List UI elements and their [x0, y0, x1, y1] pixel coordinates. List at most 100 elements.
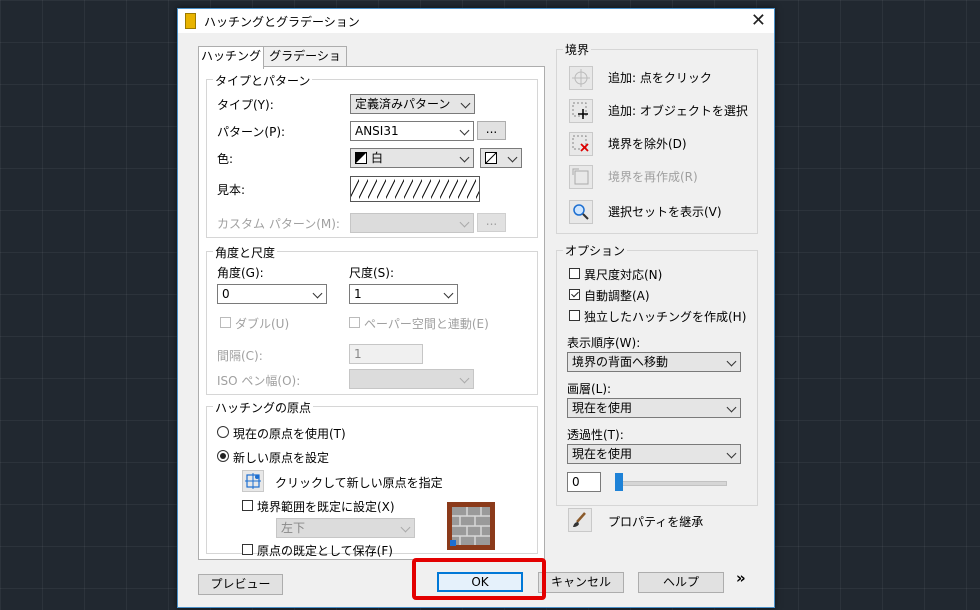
type-label: タイプ(Y): [217, 98, 274, 112]
add-select-objects-label[interactable]: 追加: オブジェクトを選択 [608, 102, 748, 119]
chevron-down-icon [459, 152, 470, 163]
default-boundary-label: 境界範囲を既定に設定(X) [257, 500, 395, 514]
chevron-down-icon [726, 356, 737, 367]
chevron-down-icon [507, 152, 518, 163]
separate-hatches-label: 独立したハッチングを作成(H) [584, 310, 747, 324]
recreate-boundary-button[interactable] [569, 165, 593, 189]
boundaries-title: 境界 [563, 41, 592, 58]
view-selections-button[interactable] [569, 200, 593, 224]
tab-hatch[interactable]: ハッチング [198, 46, 264, 69]
transparency-select[interactable]: 現在を使用 [567, 444, 741, 464]
options-group: オプション 異尺度対応(N) 自動調整(A) 独立したハッチングを作成(H) 表… [556, 242, 758, 506]
pattern-browse-button[interactable]: ... [477, 121, 506, 140]
recreate-boundary-icon [572, 168, 589, 185]
chevron-down-icon [726, 402, 737, 413]
background-color-select[interactable] [480, 148, 522, 168]
chevron-down-icon [460, 98, 471, 109]
pick-origin-button[interactable] [242, 470, 264, 492]
chevron-down-icon [459, 373, 470, 384]
hatch-tab-panel: タイプとパターン タイプ(Y): 定義済みパターン パターン(P): ANSI3… [198, 66, 545, 560]
color-label: 色: [217, 152, 234, 166]
store-default-origin-checkbox[interactable] [242, 544, 253, 555]
hatch-dialog: ハッチングとグラデーション ✕ ハッチング グラデーション タイプとパターン タ… [177, 8, 775, 608]
transparency-label: 透過性(T): [567, 428, 624, 442]
scale-select[interactable]: 1 [349, 284, 458, 304]
type-pattern-title: タイプとパターン [213, 72, 313, 89]
remove-boundaries-label[interactable]: 境界を除外(D) [608, 135, 687, 152]
associative-checkbox[interactable] [569, 289, 580, 300]
chevron-down-icon [400, 522, 411, 533]
custom-browse-button[interactable]: ... [477, 213, 506, 232]
chevron-down-icon [459, 125, 470, 136]
angle-scale-title: 角度と尺度 [213, 244, 278, 261]
current-origin-label: 現在の原点を使用(T) [233, 427, 346, 441]
new-origin-radio[interactable] [217, 450, 229, 462]
chevron-down-icon [443, 288, 454, 299]
add-select-objects-button[interactable] [569, 99, 593, 123]
background-color-icon [485, 152, 497, 164]
associative-label: 自動調整(A) [584, 289, 650, 303]
color-select[interactable]: 白 [350, 148, 474, 168]
add-pick-points-label[interactable]: 追加: 点をクリック [608, 69, 712, 86]
origin-brick-preview [447, 502, 495, 550]
angle-scale-group: 角度と尺度 角度(G): 0 尺度(S): 1 ダブル(U) ペーパー空間と連動… [206, 244, 538, 395]
paper-space-label: ペーパー空間と連動(E) [364, 317, 489, 331]
add-pick-points-button[interactable] [569, 66, 593, 90]
spacing-input[interactable]: 1 [349, 344, 423, 364]
origin-position-select[interactable]: 左下 [276, 518, 415, 538]
tab-gradient[interactable]: グラデーション [263, 46, 347, 82]
type-select[interactable]: 定義済みパターン [350, 94, 475, 114]
layer-label: 画層(L): [567, 382, 612, 396]
color-swatch-icon [355, 152, 367, 164]
pattern-select[interactable]: ANSI31 [350, 121, 474, 141]
options-title: オプション [563, 242, 628, 259]
close-icon[interactable]: ✕ [751, 10, 766, 31]
view-selections-label[interactable]: 選択セットを表示(V) [608, 203, 722, 220]
paper-space-checkbox[interactable] [349, 317, 360, 328]
app-icon [185, 13, 196, 29]
cancel-button[interactable]: キャンセル [538, 572, 624, 593]
type-pattern-group: タイプとパターン タイプ(Y): 定義済みパターン パターン(P): ANSI3… [206, 72, 538, 238]
double-label: ダブル(U) [235, 317, 290, 331]
custom-pattern-select[interactable] [350, 213, 474, 233]
remove-boundaries-button[interactable] [569, 132, 593, 156]
inherit-properties-label[interactable]: プロパティを継承 [608, 513, 703, 530]
transparency-slider-thumb[interactable] [615, 473, 623, 491]
recreate-boundary-label[interactable]: 境界を再作成(R) [608, 168, 698, 185]
layer-select[interactable]: 現在を使用 [567, 398, 741, 418]
double-checkbox[interactable] [220, 317, 231, 328]
transparency-slider-track[interactable] [615, 481, 727, 486]
click-new-origin-label[interactable]: クリックして新しい原点を指定 [275, 474, 443, 491]
hatch-sample-preview[interactable] [350, 176, 480, 202]
store-default-origin-label: 原点の既定として保存(F) [257, 544, 393, 558]
hatch-origin-group: ハッチングの原点 現在の原点を使用(T) 新しい原点を設定 クリックして新しい原… [206, 399, 538, 558]
chevron-down-icon [459, 217, 470, 228]
inherit-properties-button[interactable] [568, 508, 592, 532]
custom-pattern-label: カスタム パターン(M): [217, 217, 340, 231]
separate-hatches-checkbox[interactable] [569, 310, 580, 321]
current-origin-radio[interactable] [217, 426, 229, 438]
select-objects-icon [572, 102, 588, 119]
more-options-button[interactable]: » [736, 569, 746, 587]
default-boundary-checkbox[interactable] [242, 500, 253, 511]
transparency-value-input[interactable]: 0 [567, 472, 601, 492]
pick-origin-icon [245, 473, 261, 489]
title-bar: ハッチングとグラデーション ✕ [178, 9, 774, 33]
preview-button[interactable]: プレビュー [198, 574, 283, 595]
remove-boundary-icon [572, 135, 589, 152]
sample-label: 見本: [217, 183, 246, 197]
boundaries-group: 境界 追加: 点をクリック 追加: オブジェクトを選択 境界を除外(D) 境界を… [556, 41, 758, 234]
spacing-label: 間隔(C): [217, 349, 263, 363]
chevron-down-icon [312, 288, 323, 299]
angle-select[interactable]: 0 [217, 284, 327, 304]
dialog-title: ハッチングとグラデーション [204, 15, 360, 29]
brush-icon [573, 512, 586, 527]
annotative-checkbox[interactable] [569, 268, 580, 279]
help-button[interactable]: ヘルプ [638, 572, 724, 593]
draw-order-select[interactable]: 境界の背面へ移動 [567, 352, 741, 372]
chevron-down-icon [726, 448, 737, 459]
iso-pen-width-select[interactable] [349, 369, 474, 389]
hatch-origin-title: ハッチングの原点 [213, 399, 314, 416]
magnifier-icon [573, 204, 589, 220]
scale-label: 尺度(S): [349, 266, 395, 280]
